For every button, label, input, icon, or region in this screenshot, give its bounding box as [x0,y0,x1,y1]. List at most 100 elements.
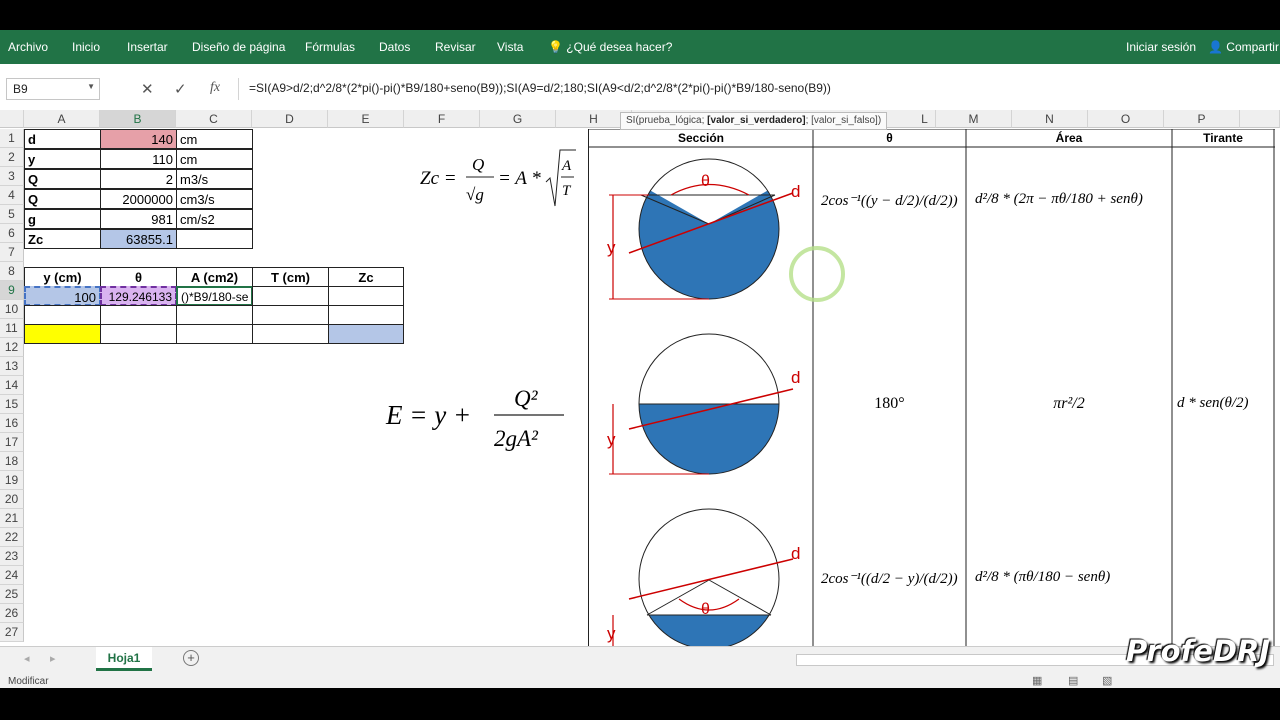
param-value[interactable]: 2 [100,169,177,189]
tab-datos[interactable]: Datos [379,40,410,54]
row-header[interactable]: 15 [0,395,24,414]
col-header-a[interactable]: A [24,110,100,128]
row-header[interactable]: 18 [0,452,24,471]
row-header[interactable]: 8 [0,262,24,281]
cell-a10[interactable] [24,305,101,325]
row-header[interactable]: 3 [0,167,24,186]
param-unit[interactable]: cm [176,149,253,169]
row-header[interactable]: 27 [0,623,24,642]
row-header[interactable]: 5 [0,205,24,224]
col-header-d[interactable]: D [252,110,328,128]
name-box[interactable]: B9 ▼ [6,78,100,100]
col-header-q[interactable] [1240,110,1280,128]
tab-formulas[interactable]: Fórmulas [305,40,355,54]
col-header-n[interactable]: N [1012,110,1088,128]
cell-d9[interactable] [252,286,329,306]
tell-me-box[interactable]: 💡 ¿Qué desea hacer? [548,40,672,54]
col-header-l[interactable]: L [914,110,936,128]
select-all-corner[interactable] [0,110,24,128]
tab-revisar[interactable]: Revisar [435,40,476,54]
param-value[interactable]: 63855.1 [100,229,177,249]
tab-diseno-pagina[interactable]: Diseño de página [192,40,285,54]
cell-e10[interactable] [328,305,404,325]
cell-a11[interactable] [24,324,101,344]
cell-e9[interactable] [328,286,404,306]
row-header[interactable]: 7 [0,243,24,262]
param-name[interactable]: y [24,149,101,169]
row-header[interactable]: 2 [0,148,24,167]
param-unit[interactable]: cm/s2 [176,209,253,229]
row-header[interactable]: 21 [0,509,24,528]
scroll-right-icon[interactable]: ▸ [50,652,56,665]
tab-inicio[interactable]: Inicio [72,40,100,54]
param-value[interactable]: 981 [100,209,177,229]
reference-table[interactable]: θ d y d y θ d y Sección θ Área Tirante 2… [588,128,1275,646]
param-unit[interactable]: cm [176,129,253,149]
col-header-m[interactable]: M [936,110,1012,128]
cell-c9-editing[interactable]: ()*B9/180-se [176,286,253,306]
row-header[interactable]: 19 [0,471,24,490]
param-unit[interactable] [176,229,253,249]
page-break-icon[interactable]: ▧ [1102,674,1112,687]
calc-header[interactable]: A (cm2) [176,267,253,287]
insert-function-icon[interactable]: fx [210,80,220,96]
row-header[interactable]: 16 [0,414,24,433]
param-name[interactable]: g [24,209,101,229]
row-header[interactable]: 9 [0,281,24,300]
cell-d11[interactable] [252,324,329,344]
share-button[interactable]: 👤 Compartir [1208,40,1279,54]
scroll-left-icon[interactable]: ◂ [24,652,30,665]
add-sheet-icon[interactable]: + [183,650,199,666]
param-value[interactable]: 140 [100,129,177,149]
cell-c11[interactable] [176,324,253,344]
calc-header[interactable]: T (cm) [252,267,329,287]
param-unit[interactable]: m3/s [176,169,253,189]
cell-c10[interactable] [176,305,253,325]
enter-icon[interactable]: ✓ [174,80,187,98]
col-header-f[interactable]: F [404,110,480,128]
calc-header[interactable]: y (cm) [24,267,101,287]
col-header-p[interactable]: P [1164,110,1240,128]
col-header-b[interactable]: B [100,110,176,128]
row-header[interactable]: 1 [0,129,24,148]
col-header-e[interactable]: E [328,110,404,128]
cell-b11[interactable] [100,324,177,344]
signin-link[interactable]: Iniciar sesión [1126,40,1196,54]
row-header[interactable]: 23 [0,547,24,566]
cell-b9[interactable]: 129.246133 [100,286,177,306]
row-header[interactable]: 11 [0,319,24,338]
row-header[interactable]: 13 [0,357,24,376]
tab-vista[interactable]: Vista [497,40,523,54]
row-header[interactable]: 12 [0,338,24,357]
worksheet-grid[interactable]: A B C D E F G H L M N O P 1 2 3 4 5 6 7 8 9 10 11 1… [0,110,1280,646]
row-header[interactable]: 22 [0,528,24,547]
sheet-tab-hoja1[interactable]: Hoja1 [96,647,152,671]
cell-e11[interactable] [328,324,404,344]
row-header[interactable]: 24 [0,566,24,585]
tab-insertar[interactable]: Insertar [127,40,168,54]
row-header[interactable]: 26 [0,604,24,623]
cell-a9[interactable]: 100 [24,286,101,306]
row-header[interactable]: 25 [0,585,24,604]
row-header[interactable]: 17 [0,433,24,452]
col-header-g[interactable]: G [480,110,556,128]
param-name[interactable]: Q [24,169,101,189]
formula-input[interactable]: =SI(A9>d/2;d^2/8*(2*pi()-pi()*B9/180+sen… [238,78,1274,100]
row-header[interactable]: 6 [0,224,24,243]
param-unit[interactable]: cm3/s [176,189,253,209]
param-name[interactable]: Q [24,189,101,209]
normal-view-icon[interactable]: ▦ [1032,674,1042,687]
energy-formula-image[interactable]: E = y + Q² 2gA² [380,370,580,460]
param-value[interactable]: 2000000 [100,189,177,209]
param-value[interactable]: 110 [100,149,177,169]
chevron-down-icon[interactable]: ▼ [87,82,95,91]
col-header-o[interactable]: O [1088,110,1164,128]
calc-header[interactable]: Zc [328,267,404,287]
calc-header[interactable]: θ [100,267,177,287]
row-header[interactable]: 14 [0,376,24,395]
row-header[interactable]: 10 [0,300,24,319]
col-header-c[interactable]: C [176,110,252,128]
zc-formula-image[interactable]: Zc = Q √g = A * A T [410,140,580,220]
cell-d10[interactable] [252,305,329,325]
row-header[interactable]: 20 [0,490,24,509]
